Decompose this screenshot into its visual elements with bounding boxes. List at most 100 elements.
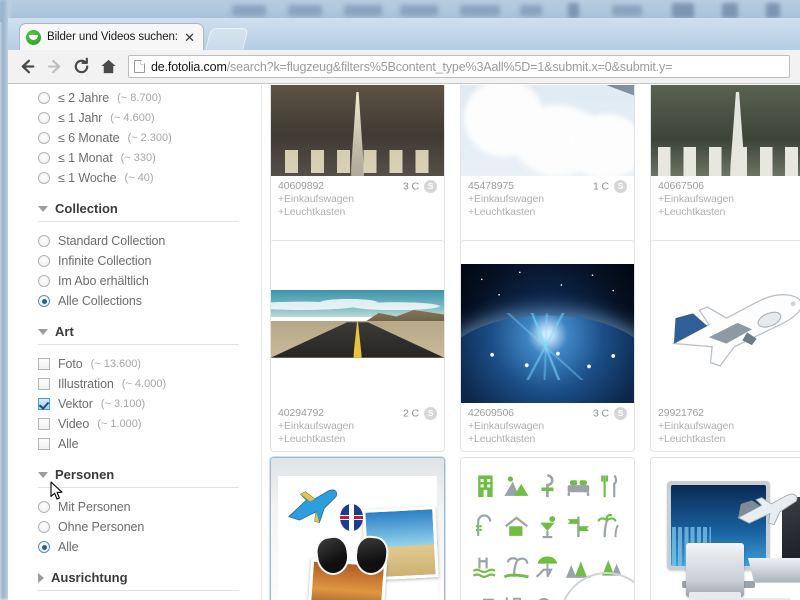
- filter-option-alle-personen[interactable]: Alle: [38, 537, 261, 557]
- result-id: 42609506: [468, 407, 514, 420]
- radio-icon[interactable]: [38, 112, 50, 124]
- add-to-lightbox-link[interactable]: +Leuchtkasten: [468, 206, 627, 219]
- add-to-cart-link[interactable]: +Einkaufswagen: [278, 420, 437, 433]
- filter-option-illustration[interactable]: Illustration (~ 4.000): [38, 374, 261, 394]
- checkbox-icon[interactable]: [38, 438, 50, 450]
- checkbox-icon[interactable]: [38, 418, 50, 430]
- add-to-cart-link[interactable]: +Einkaufswagen: [278, 193, 437, 206]
- filter-option-1-monat[interactable]: ≤ 1 Monat (~ 330): [38, 148, 261, 168]
- result-card[interactable]: 40294792 2 C S +Einkaufswagen +Leuchtkast…: [270, 240, 445, 452]
- result-thumbnail[interactable]: [651, 458, 800, 600]
- radio-icon[interactable]: [38, 275, 50, 287]
- result-thumbnail[interactable]: [461, 85, 634, 176]
- add-to-cart-link[interactable]: +Einkaufswagen: [468, 193, 627, 206]
- add-to-cart-link[interactable]: +Einkaufswagen: [468, 420, 627, 433]
- caret-right-icon[interactable]: [38, 572, 44, 583]
- facet-collection-options: Standard Collection Infinite Collection …: [38, 231, 261, 311]
- filter-option-alle-art[interactable]: Alle: [38, 434, 261, 454]
- result-thumbnail[interactable]: [461, 241, 634, 403]
- option-label: Video: [58, 417, 90, 431]
- radio-icon-selected[interactable]: [38, 541, 50, 553]
- result-card[interactable]: 45478975 1 C S +Einkaufswagen +Leuchtkast…: [460, 85, 635, 258]
- icon-cocktail-drink: [533, 507, 562, 546]
- result-thumbnail[interactable]: [271, 241, 444, 403]
- icon-hotel-building: [471, 467, 500, 506]
- result-card-selected[interactable]: [270, 457, 445, 600]
- result-thumbnail[interactable]: [271, 85, 444, 176]
- result-card[interactable]: No. 3ICON SET: [460, 457, 635, 600]
- result-thumbnail[interactable]: [651, 241, 800, 403]
- new-tab-button[interactable]: [205, 28, 249, 50]
- caret-down-icon[interactable]: [38, 471, 48, 478]
- radio-icon[interactable]: [38, 152, 50, 164]
- result-thumbnail[interactable]: No. 3ICON SET: [461, 458, 634, 600]
- result-id: 40294792: [278, 407, 324, 420]
- back-button-icon[interactable]: [14, 53, 41, 80]
- icon-hanger-bungalow: [502, 507, 531, 546]
- add-to-lightbox-link[interactable]: +Leuchtkasten: [468, 433, 627, 446]
- filter-option-foto[interactable]: Foto (~ 13.600): [38, 354, 261, 374]
- filter-option-alle-collections[interactable]: Alle Collections: [38, 291, 261, 311]
- result-card[interactable]: [650, 457, 800, 600]
- radio-icon-selected[interactable]: [38, 295, 50, 307]
- add-to-cart-link[interactable]: +Einkaufswagen: [658, 193, 800, 206]
- checkbox-icon-checked[interactable]: [38, 398, 50, 410]
- reload-button-icon[interactable]: [68, 53, 95, 80]
- option-count: (~ 13.600): [90, 358, 142, 370]
- thumbnail-art-runway-day: [651, 85, 800, 176]
- facet-header-personen[interactable]: Personen: [38, 467, 239, 488]
- add-to-lightbox-link[interactable]: +Leuchtkasten: [658, 433, 800, 446]
- filter-option-im-abo-erhaeltlich[interactable]: Im Abo erhältlich: [38, 271, 261, 291]
- checkbox-icon[interactable]: [38, 358, 50, 370]
- caret-down-icon[interactable]: [38, 205, 48, 212]
- facet-header-collection[interactable]: Collection: [38, 201, 239, 222]
- result-card[interactable]: 40609892 3 C S +Einkaufswagen +Leuchtkast…: [270, 85, 445, 258]
- checkbox-icon[interactable]: [38, 378, 50, 390]
- radio-icon[interactable]: [38, 172, 50, 184]
- option-label: ≤ 2 Jahre: [58, 91, 110, 105]
- radio-icon[interactable]: [38, 132, 50, 144]
- facet-header-art[interactable]: Art: [38, 324, 239, 345]
- result-thumbnail[interactable]: [651, 85, 800, 176]
- browser-tab[interactable]: Bilder und Videos suchen: ✕: [19, 23, 204, 50]
- caret-down-icon[interactable]: [38, 328, 48, 335]
- filter-option-standard-collection[interactable]: Standard Collection: [38, 231, 261, 251]
- add-to-lightbox-link[interactable]: +Leuchtkasten: [278, 206, 437, 219]
- result-card[interactable]: 29921762 1 C +Einkaufswagen +Leuchtkaste…: [650, 240, 800, 452]
- add-to-lightbox-link[interactable]: +Leuchtkasten: [658, 206, 800, 219]
- filter-option-mit-personen[interactable]: Mit Personen: [38, 497, 261, 517]
- result-card[interactable]: 42609506 3 C S +Einkaufswagen +Leuchtkast…: [460, 240, 635, 452]
- close-tab-icon[interactable]: ✕: [182, 31, 197, 44]
- filter-option-2-jahre[interactable]: ≤ 2 Jahre (~ 8.700): [38, 88, 261, 108]
- home-button-icon[interactable]: [95, 53, 122, 80]
- filter-option-video[interactable]: Video (~ 1.000): [38, 414, 261, 434]
- filter-option-6-monate[interactable]: ≤ 6 Monate (~ 2.300): [38, 128, 261, 148]
- result-meta: 40667506 3 C +Einkaufswagen +Leuchtkaste…: [651, 176, 800, 225]
- filter-option-infinite-collection[interactable]: Infinite Collection: [38, 251, 261, 271]
- filter-option-1-woche[interactable]: ≤ 1 Woche (~ 40): [38, 168, 261, 188]
- facet-header-ausrichtung[interactable]: Ausrichtung: [38, 570, 239, 591]
- result-thumbnail[interactable]: [271, 458, 444, 600]
- filter-option-ohne-personen[interactable]: Ohne Personen: [38, 517, 261, 537]
- forward-button-icon[interactable]: [41, 53, 68, 80]
- radio-icon[interactable]: [38, 501, 50, 513]
- radio-icon[interactable]: [38, 235, 50, 247]
- thumbnail-art-desert-road: [271, 289, 444, 358]
- radio-icon[interactable]: [38, 521, 50, 533]
- thumbnail-art-wing-clouds: [461, 85, 634, 176]
- radio-icon[interactable]: [38, 92, 50, 104]
- add-to-cart-link[interactable]: +Einkaufswagen: [658, 420, 800, 433]
- icon-island-palm: [502, 548, 531, 587]
- add-to-lightbox-link[interactable]: +Leuchtkasten: [278, 433, 437, 446]
- radio-icon[interactable]: [38, 255, 50, 267]
- page-content: ≤ 2 Jahre (~ 8.700) ≤ 1 Jahr (~ 4.600) ≤…: [8, 85, 800, 600]
- option-count: (~ 2.300): [127, 132, 172, 144]
- filter-option-vektor[interactable]: Vektor (~ 3.100): [38, 394, 261, 414]
- fotolia-favicon-icon: [26, 29, 41, 45]
- option-label: ≤ 1 Monat: [58, 151, 113, 165]
- filter-option-1-jahr[interactable]: ≤ 1 Jahr (~ 4.600): [38, 108, 261, 128]
- address-bar[interactable]: de.fotolia.com/search?k=flugzeug&filters…: [128, 55, 790, 78]
- thumbnail-art-travel-icon-set: No. 3ICON SET: [461, 458, 634, 600]
- page-document-icon: [134, 60, 145, 73]
- result-card[interactable]: 40667506 3 C +Einkaufswagen +Leuchtkaste…: [650, 85, 800, 258]
